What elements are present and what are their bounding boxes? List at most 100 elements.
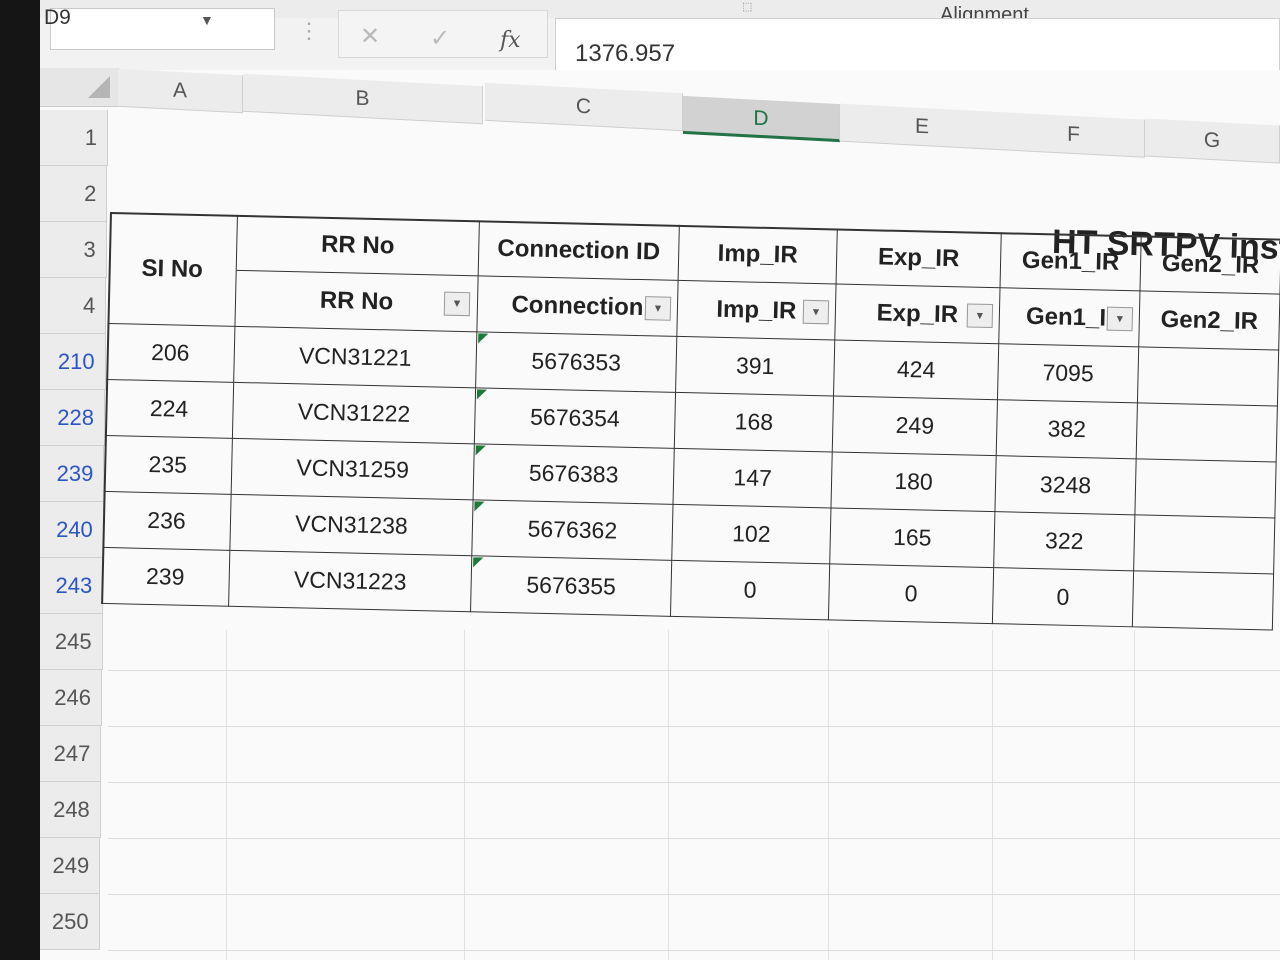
table-cell-r4-c6[interactable] — [1132, 571, 1275, 631]
filter-dropdown-icon[interactable]: ▾ — [1106, 306, 1134, 331]
table-cell-r3-c3[interactable]: 102 — [672, 504, 832, 565]
table-cell-r1-c0[interactable]: 224 — [104, 379, 235, 439]
row-header-248[interactable]: 248 — [40, 782, 101, 838]
table-cell-r0-c5-text: 7095 — [1042, 359, 1094, 387]
row-header-245[interactable]: 245 — [40, 614, 103, 670]
table-cell-r2-c0-text: 235 — [148, 450, 188, 478]
table-cell-r1-c5[interactable]: 382 — [996, 400, 1138, 460]
header-r3-col-5[interactable]: Gen1_IR — [1000, 232, 1142, 292]
table-cell-r4-c3[interactable]: 0 — [670, 560, 831, 621]
table-cell-r0-c2[interactable]: 5676353 — [476, 332, 678, 393]
header-r3-col-4[interactable]: Exp_IR — [836, 228, 1002, 289]
row-header-2[interactable]: 2 — [40, 166, 108, 222]
table-cell-r3-c4[interactable]: 165 — [830, 508, 996, 569]
table-cell-r3-c2-text: 5676362 — [527, 515, 618, 544]
row-header-240[interactable]: 240 — [40, 502, 104, 558]
monitor-bezel — [0, 0, 40, 960]
table-cell-r1-c6[interactable] — [1136, 403, 1278, 463]
table-cell-r2-c0[interactable]: 235 — [103, 435, 233, 495]
row-header-4[interactable]: 4 — [40, 278, 107, 334]
gridline — [108, 782, 1280, 783]
table-cell-r0-c0[interactable]: 206 — [106, 323, 236, 383]
header-r3-col-2[interactable]: Connection ID — [478, 220, 680, 281]
table-cell-r0-c5[interactable]: 7095 — [997, 344, 1140, 404]
table-cell-r0-c6[interactable] — [1137, 347, 1280, 407]
cancel-icon[interactable]: ✕ — [360, 22, 380, 51]
table-cell-r3-c2[interactable]: 5676362 — [472, 500, 674, 561]
column-header-d[interactable]: D — [683, 95, 840, 143]
row-header-247[interactable]: 247 — [40, 726, 102, 782]
table-cell-r1-c3[interactable]: 168 — [674, 392, 835, 453]
gridline — [108, 894, 1280, 895]
table-cell-r4-c2[interactable]: 5676355 — [471, 556, 673, 617]
row-header-228[interactable]: 228 — [40, 390, 105, 446]
table-cell-r3-c5[interactable]: 322 — [994, 512, 1136, 572]
filter-active-icon[interactable]: ▼ — [443, 291, 471, 316]
table-cell-r3-c1-text: VCN31238 — [294, 510, 409, 539]
check-icon[interactable]: ✓ — [430, 24, 450, 53]
insert-function-button[interactable]: fx — [500, 28, 521, 53]
error-indicator-icon — [478, 333, 489, 344]
table-cell-r2-c2[interactable]: 5676383 — [473, 444, 675, 505]
header-r4-col-5[interactable]: Gen1_II ▾ — [999, 288, 1141, 348]
table-cell-r0-c4[interactable]: 424 — [834, 340, 1000, 401]
table-cell-r1-c1[interactable]: VCN31222 — [232, 382, 477, 445]
table-cell-r2-c5[interactable]: 3248 — [995, 456, 1137, 516]
table-cell-r1-c2[interactable]: 5676354 — [474, 388, 677, 449]
header-r3-col-3[interactable]: Imp_IR — [678, 224, 838, 285]
row-header-1[interactable]: 1 — [40, 110, 108, 166]
row-header-3[interactable]: 3 — [40, 222, 107, 278]
dialog-launcher-icon[interactable]: ⬚ — [742, 0, 752, 13]
filter-dropdown-icon[interactable]: ▾ — [966, 302, 994, 328]
gridline — [464, 630, 465, 960]
table-cell-r3-c1[interactable]: VCN31238 — [230, 494, 474, 557]
header-r3-col-1[interactable]: RR No — [236, 214, 480, 277]
row-header-243[interactable]: 243 — [40, 558, 104, 614]
table-cell-r3-c0[interactable]: 236 — [102, 491, 232, 551]
table-cell-r0-c0-text: 206 — [150, 338, 190, 366]
header-r4-col-3[interactable]: Imp_IR ▾ — [677, 280, 837, 341]
row-header-250[interactable]: 250 — [40, 894, 100, 950]
table-cell-r4-c0[interactable]: 239 — [101, 547, 231, 607]
column-header-g[interactable]: G — [1145, 118, 1280, 164]
table-cell-r4-c4[interactable]: 0 — [828, 564, 995, 625]
drag-handle-icon[interactable]: ⋮ — [298, 18, 320, 44]
table-cell-r2-c4[interactable]: 180 — [831, 452, 997, 513]
row-header-210[interactable]: 210 — [40, 334, 106, 390]
name-box[interactable] — [50, 8, 275, 50]
column-header-f[interactable]: F — [1003, 112, 1145, 158]
error-indicator-icon — [475, 445, 486, 456]
header-r3-col-5-text: Gen1_IR — [1021, 246, 1120, 276]
table-cell-r0-c1[interactable]: VCN31221 — [234, 326, 478, 389]
table-cell-r4-c5[interactable]: 0 — [992, 568, 1135, 628]
table-cell-r0-c3[interactable]: 391 — [676, 336, 836, 397]
header-r4-col-4-text: Exp_IR — [876, 298, 959, 328]
row-header-246[interactable]: 246 — [40, 670, 102, 726]
row-header-239[interactable]: 239 — [40, 446, 105, 502]
header-r4-col-6[interactable]: Gen2_IR — [1139, 291, 1280, 351]
table-cell-r2-c3-text: 147 — [733, 464, 773, 492]
table-cell-r2-c1-text: VCN31259 — [296, 454, 410, 483]
table-cell-r2-c3[interactable]: 147 — [673, 448, 833, 509]
column-header-a[interactable]: A — [118, 68, 243, 114]
header-r3-col-3-text: Imp_IR — [717, 239, 799, 269]
filter-dropdown-icon[interactable]: ▾ — [644, 295, 672, 321]
header-r4-col-0[interactable]: SI No — [107, 212, 238, 327]
error-indicator-icon — [473, 557, 484, 568]
table-cell-r2-c6[interactable] — [1135, 459, 1277, 519]
row-header-249[interactable]: 249 — [40, 838, 101, 894]
filter-dropdown-icon[interactable]: ▾ — [802, 299, 830, 324]
table-cell-r3-c5-text: 322 — [1044, 527, 1084, 555]
header-r4-col-4[interactable]: Exp_IR ▾ — [835, 284, 1001, 345]
header-r3-col-6[interactable]: Gen2_IR — [1140, 235, 1280, 295]
table-cell-r1-c4[interactable]: 249 — [832, 396, 998, 457]
header-r4-col-2[interactable]: Connection ▾ — [477, 276, 679, 337]
data-table: RR No Connection ID Imp_IR Exp_IR Gen1_IR Gen… — [100, 212, 1280, 659]
chevron-down-icon[interactable]: ▼ — [200, 12, 214, 28]
gridline — [108, 950, 1280, 951]
header-r4-col-1[interactable]: RR No ▼ — [235, 270, 479, 333]
table-cell-r2-c1[interactable]: VCN31259 — [231, 438, 475, 501]
header-r4-col-6-text: Gen2_IR — [1160, 305, 1259, 335]
table-cell-r3-c6[interactable] — [1134, 515, 1276, 575]
table-cell-r4-c1[interactable]: VCN31223 — [229, 550, 473, 613]
